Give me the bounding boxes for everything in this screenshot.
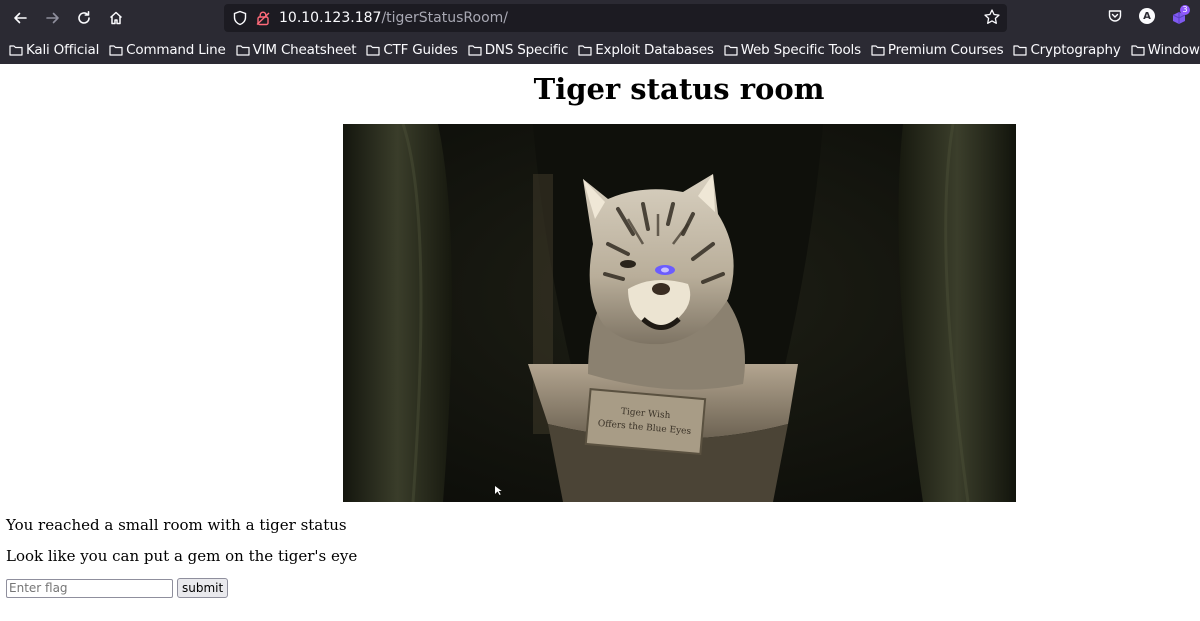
bookmark-label: Cryptography xyxy=(1030,42,1121,58)
bookmark-folder[interactable]: Cryptography xyxy=(1013,42,1121,58)
bookmark-label: Premium Courses xyxy=(887,42,1004,58)
forward-arrow-icon xyxy=(46,12,59,24)
reload-icon xyxy=(78,11,90,24)
url-path: /tigerStatusRoom/ xyxy=(381,10,508,26)
address-bar[interactable]: 10.10.123.187/tigerStatusRoom/ xyxy=(224,4,1007,32)
folder-icon xyxy=(235,45,250,56)
folder-icon xyxy=(468,45,482,56)
reload-button[interactable] xyxy=(73,7,95,29)
pocket-icon[interactable] xyxy=(1107,8,1123,24)
account-initial: A xyxy=(1143,10,1151,22)
bookmark-folder[interactable]: Exploit Databases xyxy=(578,42,714,58)
bookmark-folder[interactable]: VIM Cheatsheet xyxy=(235,42,357,58)
bookmark-label: VIM Cheatsheet xyxy=(252,42,357,58)
forward-button[interactable] xyxy=(42,7,64,29)
folder-icon xyxy=(9,45,23,56)
bookmark-label: CTF Guides xyxy=(383,42,458,58)
back-arrow-icon xyxy=(14,12,27,24)
gem-hint: Look like you can put a gem on the tiger… xyxy=(6,547,358,565)
url-text[interactable]: 10.10.123.187/tigerStatusRoom/ xyxy=(279,10,508,26)
folder-icon xyxy=(871,45,885,56)
page-content: Tiger status room Tiger Wish Offers the … xyxy=(0,64,1200,621)
bookmark-label: Kali Official xyxy=(26,42,100,58)
tiger-statue-image: Tiger Wish Offers the Blue Eyes xyxy=(343,124,1016,502)
bookmark-folder[interactable]: CTF Guides xyxy=(366,42,458,58)
bookmark-folder[interactable]: Kali Official xyxy=(9,42,99,58)
bookmark-folder[interactable]: Premium Courses xyxy=(871,42,1004,58)
submit-button[interactable]: submit xyxy=(177,578,229,598)
folder-icon xyxy=(724,45,738,56)
bookmark-folder[interactable]: DNS Specific xyxy=(468,42,569,58)
tiger-statue-illustration: Tiger Wish Offers the Blue Eyes xyxy=(343,124,1016,502)
home-button[interactable] xyxy=(105,7,127,29)
bookmarks-toolbar: Kali Official Command Line VIM Cheatshee… xyxy=(0,38,1200,62)
folder-icon xyxy=(109,45,123,56)
bookmark-label: Windows Gu xyxy=(1147,42,1200,58)
bookmark-folder[interactable]: Web Specific Tools xyxy=(724,42,861,58)
bookmark-folder[interactable]: Command Line xyxy=(109,42,226,58)
shield-icon[interactable] xyxy=(232,10,248,26)
home-icon xyxy=(109,11,123,25)
bookmark-folder[interactable]: Windows Gu xyxy=(1131,42,1200,58)
bookmark-star-icon[interactable] xyxy=(983,8,1001,26)
navigation-toolbar: 10.10.123.187/tigerStatusRoom/ A 3 xyxy=(0,0,1200,36)
flag-form: submit xyxy=(6,578,229,598)
browser-chrome: 10.10.123.187/tigerStatusRoom/ A 3 Kali … xyxy=(0,0,1200,64)
folder-icon xyxy=(578,45,592,56)
back-button[interactable] xyxy=(9,7,31,29)
url-host: 10.10.123.187 xyxy=(279,10,382,26)
folder-icon xyxy=(1131,45,1145,56)
room-description: You reached a small room with a tiger st… xyxy=(6,516,347,534)
extension-badge: 3 xyxy=(1180,5,1190,15)
page-title: Tiger status room xyxy=(533,72,825,106)
account-avatar[interactable]: A xyxy=(1139,8,1155,24)
folder-icon xyxy=(366,45,380,56)
bookmark-label: Exploit Databases xyxy=(595,42,714,58)
bookmark-label: Web Specific Tools xyxy=(740,42,861,58)
insecure-lock-icon[interactable] xyxy=(255,10,271,26)
folder-icon xyxy=(1013,45,1028,56)
extensions-button[interactable]: 3 xyxy=(1171,5,1191,27)
bookmark-label: DNS Specific xyxy=(484,42,569,58)
flag-input[interactable] xyxy=(6,578,173,598)
bookmark-label: Command Line xyxy=(126,42,226,58)
